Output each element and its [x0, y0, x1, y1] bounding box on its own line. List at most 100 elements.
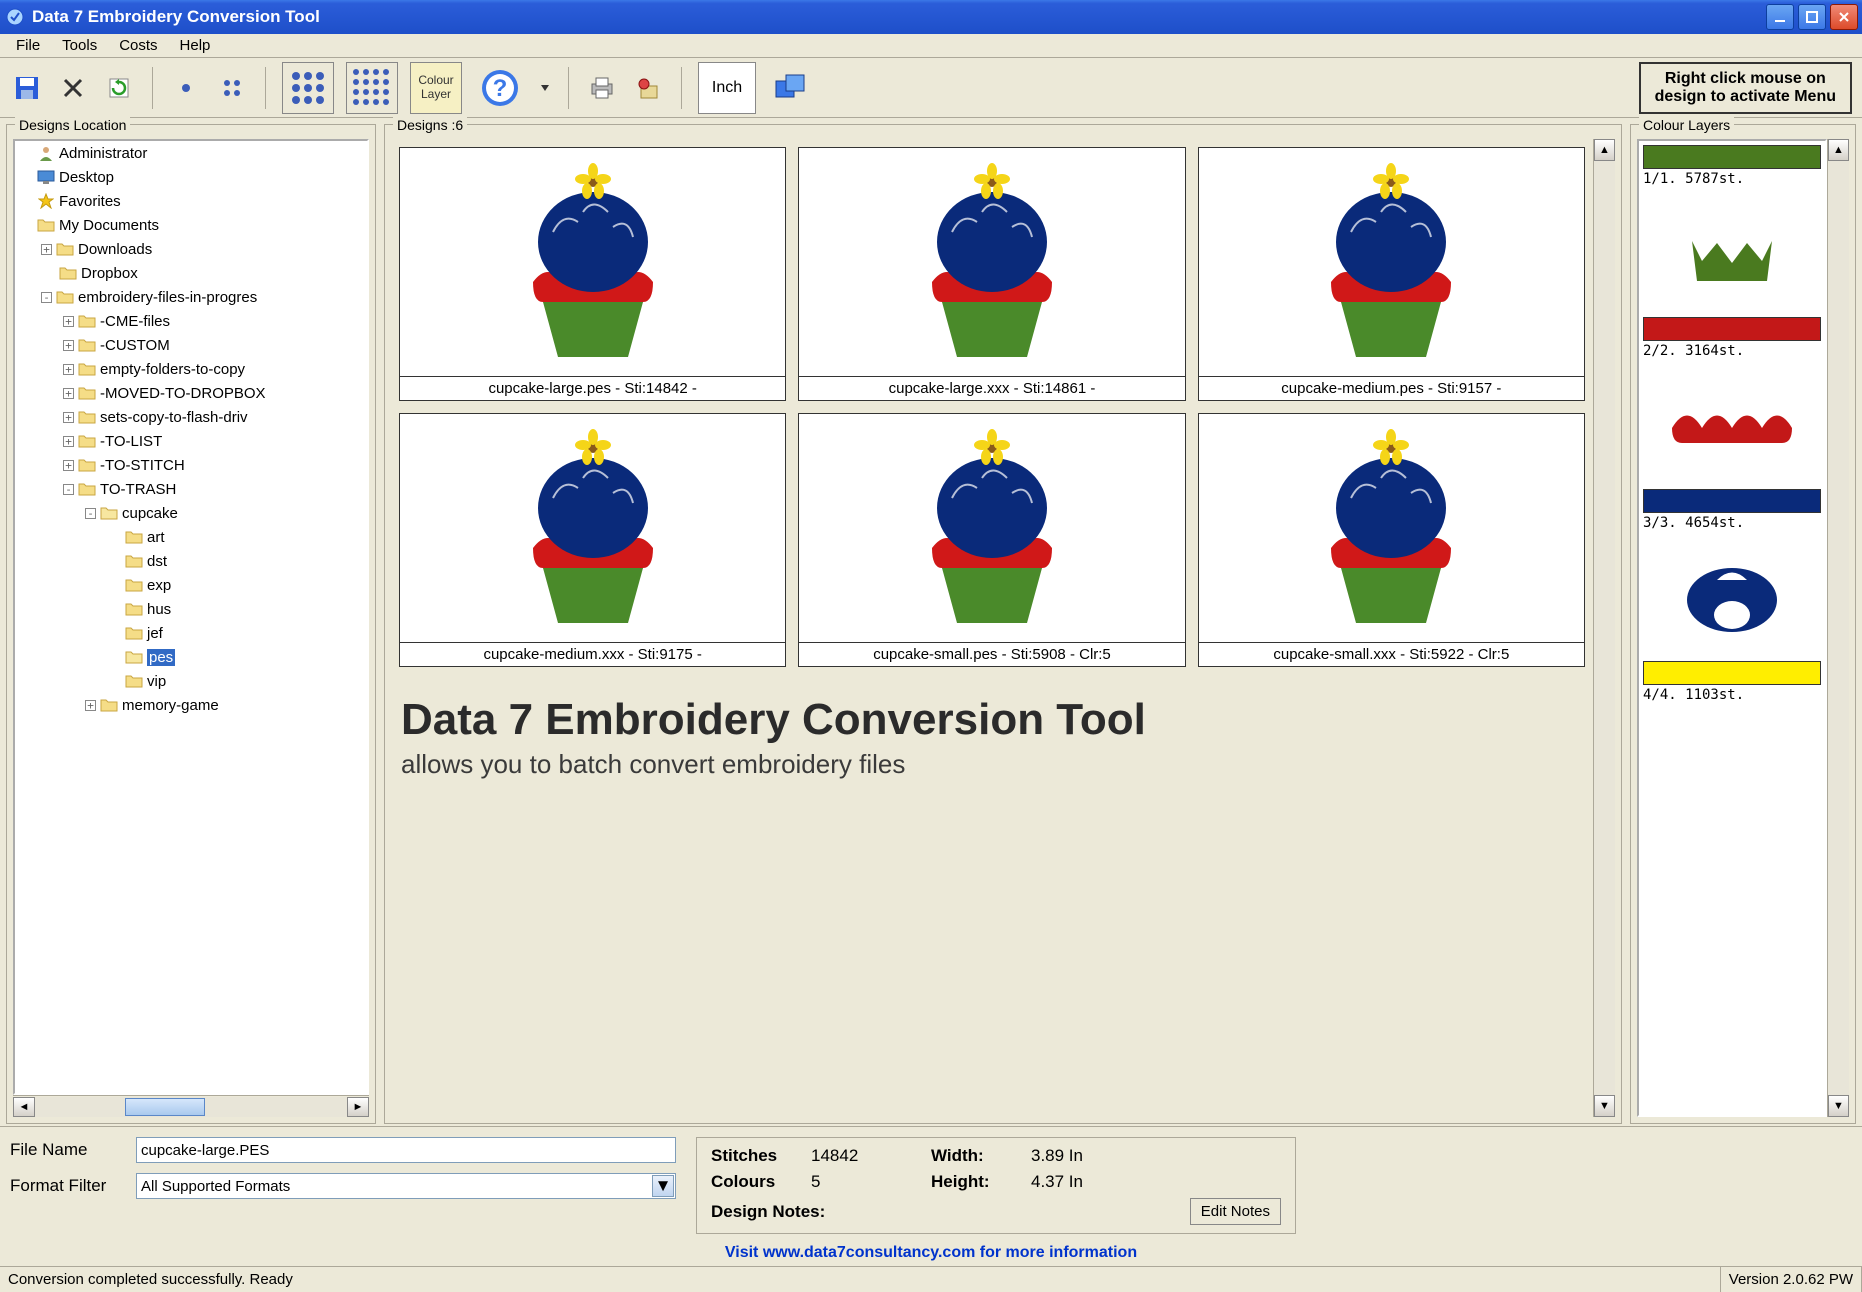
- designs-vscrollbar[interactable]: ▲ ▼: [1593, 139, 1615, 1117]
- tree-item[interactable]: My Documents: [15, 213, 367, 237]
- colour-layer-item[interactable]: 1/1. 5787st.: [1643, 145, 1821, 311]
- design-thumbnail[interactable]: cupcake-medium.xxx - Sti:9175 -: [399, 413, 786, 667]
- tree-item[interactable]: +-TO-STITCH: [15, 453, 367, 477]
- tree-item[interactable]: + sets-copy-to-flash-driv: [15, 405, 367, 429]
- design-thumbnail[interactable]: cupcake-small.xxx - Sti:5922 - Clr:5: [1198, 413, 1585, 667]
- minimize-button[interactable]: [1766, 4, 1794, 30]
- settings-icon[interactable]: [631, 71, 665, 105]
- maximize-button[interactable]: [1798, 4, 1826, 30]
- expand-icon[interactable]: -: [41, 292, 52, 303]
- tree-hscrollbar[interactable]: ◄ ►: [13, 1095, 369, 1117]
- tree-item[interactable]: hus: [15, 597, 367, 621]
- delete-icon[interactable]: [56, 71, 90, 105]
- tree-item[interactable]: +Downloads: [15, 237, 367, 261]
- grid-3x3-icon[interactable]: [282, 62, 334, 114]
- expand-icon[interactable]: -: [63, 484, 74, 495]
- app-icon: [4, 6, 26, 28]
- expand-icon[interactable]: +: [63, 388, 74, 399]
- menu-file[interactable]: File: [6, 34, 50, 57]
- tree-item[interactable]: + memory-game: [15, 693, 367, 717]
- close-button[interactable]: [1830, 4, 1858, 30]
- units-inch-button[interactable]: Inch: [698, 62, 756, 114]
- layers-vscrollbar[interactable]: ▲ ▼: [1827, 139, 1849, 1117]
- tree-item[interactable]: Favorites: [15, 189, 367, 213]
- folder-icon: [77, 457, 97, 473]
- status-message: Conversion completed successfully. Ready: [0, 1267, 1721, 1292]
- tree-item-label: sets-copy-to-flash-driv: [100, 409, 248, 426]
- cupcake-preview: [1199, 414, 1584, 642]
- design-thumbnail[interactable]: cupcake-medium.pes - Sti:9157 -: [1198, 147, 1585, 401]
- expand-icon[interactable]: +: [63, 340, 74, 351]
- folder-icon: [77, 313, 97, 329]
- menu-help[interactable]: Help: [170, 34, 221, 57]
- expand-icon[interactable]: +: [63, 364, 74, 375]
- layer-colour-swatch: [1643, 661, 1821, 685]
- grid-4x4-icon[interactable]: [346, 62, 398, 114]
- design-caption: cupcake-medium.xxx - Sti:9175 -: [400, 642, 785, 666]
- tree-item-label: My Documents: [59, 217, 159, 234]
- tree-item[interactable]: +empty-folders-to-copy: [15, 357, 367, 381]
- folder-tree[interactable]: AdministratorDesktopFavorites My Document…: [13, 139, 369, 1095]
- expand-icon[interactable]: +: [41, 244, 52, 255]
- scroll-left-icon[interactable]: ◄: [13, 1097, 35, 1117]
- tree-item[interactable]: dst: [15, 549, 367, 573]
- edit-notes-button[interactable]: Edit Notes: [1190, 1198, 1281, 1225]
- windows-icon[interactable]: [768, 71, 812, 105]
- tree-item[interactable]: jef: [15, 621, 367, 645]
- tree-item-label: memory-game: [122, 697, 219, 714]
- expand-icon[interactable]: +: [63, 460, 74, 471]
- scroll-up-icon[interactable]: ▲: [1594, 139, 1615, 161]
- colour-layer-item[interactable]: 3/3. 4654st.: [1643, 489, 1821, 655]
- tree-item[interactable]: art: [15, 525, 367, 549]
- scroll-up-icon[interactable]: ▲: [1828, 139, 1849, 161]
- scroll-down-icon[interactable]: ▼: [1828, 1095, 1849, 1117]
- tree-item[interactable]: -cupcake: [15, 501, 367, 525]
- colours-label: Colours: [711, 1172, 811, 1192]
- tree-item[interactable]: -embroidery-files-in-progres: [15, 285, 367, 309]
- tree-item[interactable]: -TO-TRASH: [15, 477, 367, 501]
- format-filter-select[interactable]: [136, 1173, 676, 1199]
- design-thumbnail[interactable]: cupcake-small.pes - Sti:5908 - Clr:5: [798, 413, 1185, 667]
- dropdown-icon[interactable]: ▼: [652, 1175, 674, 1197]
- scroll-down-icon[interactable]: ▼: [1594, 1095, 1615, 1117]
- tree-item[interactable]: vip: [15, 669, 367, 693]
- four-dots-icon[interactable]: [215, 71, 249, 105]
- tree-item[interactable]: pes: [15, 645, 367, 669]
- svg-text:?: ?: [493, 75, 508, 102]
- design-thumbnail[interactable]: cupcake-large.xxx - Sti:14861 -: [798, 147, 1185, 401]
- help-icon[interactable]: ?: [474, 62, 526, 114]
- scroll-right-icon[interactable]: ►: [347, 1097, 369, 1117]
- menu-tools[interactable]: Tools: [52, 34, 107, 57]
- tree-item-label: -CME-files: [100, 313, 170, 330]
- dropdown-arrow-icon[interactable]: [538, 71, 552, 105]
- print-icon[interactable]: [585, 71, 619, 105]
- cupcake-preview: [400, 414, 785, 642]
- expand-icon[interactable]: +: [63, 316, 74, 327]
- tree-item[interactable]: Administrator: [15, 141, 367, 165]
- expand-icon[interactable]: +: [85, 700, 96, 711]
- tree-item[interactable]: +-MOVED-TO-DROPBOX: [15, 381, 367, 405]
- expand-icon[interactable]: +: [63, 436, 74, 447]
- tree-item[interactable]: +-CUSTOM: [15, 333, 367, 357]
- scroll-thumb[interactable]: [125, 1098, 205, 1116]
- file-name-input[interactable]: [136, 1137, 676, 1163]
- tree-item[interactable]: + -CME-files: [15, 309, 367, 333]
- folder-open-icon: [99, 505, 119, 521]
- colour-layer-button[interactable]: Colour Layer: [410, 62, 462, 114]
- expand-icon[interactable]: -: [85, 508, 96, 519]
- tree-item[interactable]: Dropbox: [15, 261, 367, 285]
- tree-item[interactable]: Desktop: [15, 165, 367, 189]
- folder-icon: [77, 385, 97, 401]
- design-notes-label: Design Notes:: [711, 1202, 931, 1222]
- colour-layer-item[interactable]: 4/4. 1103st.: [1643, 661, 1821, 703]
- save-icon[interactable]: [10, 71, 44, 105]
- design-thumbnail[interactable]: cupcake-large.pes - Sti:14842 -: [399, 147, 786, 401]
- single-dot-icon[interactable]: [169, 71, 203, 105]
- colour-layer-item[interactable]: 2/2. 3164st.: [1643, 317, 1821, 483]
- menu-costs[interactable]: Costs: [109, 34, 167, 57]
- refresh-icon[interactable]: [102, 71, 136, 105]
- tree-item[interactable]: exp: [15, 573, 367, 597]
- visit-link[interactable]: Visit www.data7consultancy.com for more …: [10, 1244, 1852, 1262]
- tree-item[interactable]: +-TO-LIST: [15, 429, 367, 453]
- expand-icon[interactable]: +: [63, 412, 74, 423]
